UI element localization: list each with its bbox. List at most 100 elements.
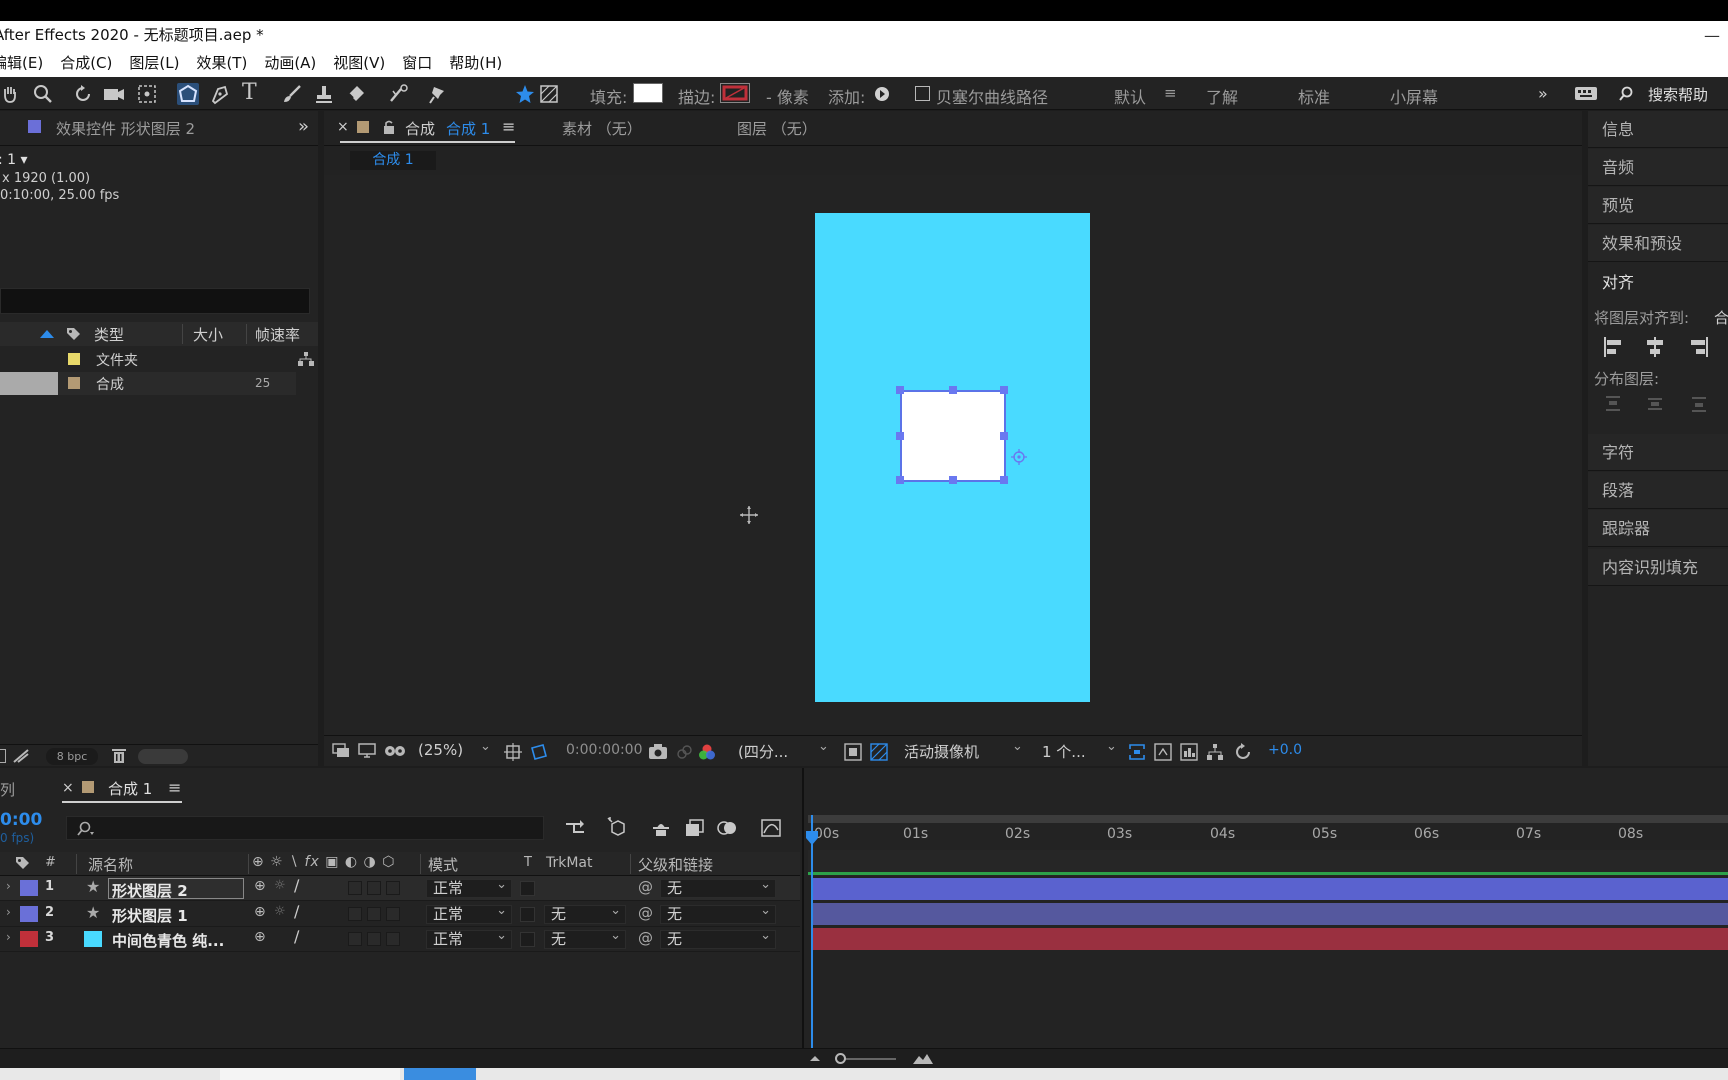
panel-content-aware-fill[interactable]: 内容识别填充	[1588, 549, 1728, 586]
collapse-switch-icon[interactable]: ☼	[274, 878, 286, 893]
zoom-out-icon[interactable]	[808, 1052, 822, 1064]
workspace-standard[interactable]: 标准	[1298, 84, 1330, 108]
expand-chevron-icon[interactable]: ›	[6, 879, 11, 893]
anchor-point-icon[interactable]	[1010, 448, 1028, 466]
fill-swatch[interactable]	[633, 83, 663, 103]
taskbar-item[interactable]	[220, 1068, 400, 1080]
pick-whip-icon[interactable]: @	[638, 904, 653, 922]
switch-box[interactable]	[386, 932, 400, 946]
layer-duration-bar[interactable]	[812, 928, 1728, 950]
draft-3d-icon[interactable]	[606, 816, 630, 838]
add-dropdown-icon[interactable]	[875, 87, 889, 101]
clone-stamp-tool-icon[interactable]	[313, 83, 335, 105]
interpret-footage-icon[interactable]	[0, 749, 6, 763]
panel-overflow-icon[interactable]: »	[298, 116, 309, 137]
align-right-icon[interactable]	[1688, 336, 1710, 358]
preserve-transparency-checkbox[interactable]	[520, 932, 535, 947]
switch-box[interactable]	[348, 932, 362, 946]
panel-align[interactable]: 对齐	[1588, 264, 1728, 301]
menu-composition[interactable]: 合成(C)	[60, 54, 112, 72]
preserve-transparency-checkbox[interactable]	[520, 881, 535, 896]
bit-depth-button[interactable]: 8 bpc	[46, 748, 98, 765]
blend-mode-dropdown[interactable]: 正常	[426, 902, 512, 924]
sort-ascending-icon[interactable]	[40, 330, 54, 338]
effect-controls-tab[interactable]: 效果控件 形状图层 2	[56, 118, 195, 139]
graph-editor-icon[interactable]	[760, 818, 782, 838]
show-snapshot-icon[interactable]	[676, 744, 692, 760]
panel-info[interactable]: 信息	[1588, 111, 1728, 148]
menu-view[interactable]: 视图(V)	[333, 54, 385, 72]
panel-effects-presets[interactable]: 效果和预设	[1588, 225, 1728, 262]
col-framerate[interactable]: 帧速率	[255, 324, 300, 345]
current-time-indicator[interactable]	[811, 815, 813, 1048]
reset-exposure-icon[interactable]	[1234, 743, 1252, 761]
blend-mode-dropdown[interactable]: 正常	[426, 927, 512, 949]
puppet-pin-tool-icon[interactable]	[426, 83, 448, 105]
fit-grid-icon[interactable]	[504, 743, 522, 761]
new-comp-icon[interactable]	[12, 748, 30, 764]
list-item[interactable]: 文件夹	[0, 348, 314, 371]
brush-tool-icon[interactable]	[281, 83, 303, 105]
taskbar-item-active[interactable]	[404, 1068, 476, 1080]
quality-switch-icon[interactable]: ∕	[294, 876, 299, 895]
more-workspaces-icon[interactable]: »	[1538, 84, 1548, 103]
eraser-tool-icon[interactable]	[345, 83, 367, 105]
comp-mini-flowchart-icon[interactable]	[564, 818, 586, 838]
workspace-small-screen[interactable]: 小屏幕	[1390, 84, 1438, 108]
always-preview-icon[interactable]	[332, 743, 350, 759]
col-trkmat[interactable]: TrkMat	[546, 855, 593, 871]
flowchart-icon[interactable]	[1206, 743, 1224, 761]
comp-tab-label[interactable]: 合成	[405, 118, 435, 139]
expand-chevron-icon[interactable]: ›	[6, 905, 11, 919]
menu-window[interactable]: 窗口	[402, 54, 432, 72]
zoom-tool-icon[interactable]	[32, 83, 54, 105]
chevron-down-icon[interactable]: ⌄	[1012, 739, 1023, 754]
comp-tab-name[interactable]: 合成 1	[446, 118, 490, 139]
current-time-display[interactable]: 0:00:00:00	[566, 742, 643, 758]
resolution-dropdown[interactable]: (四分...	[738, 741, 788, 762]
mask-tool-icon[interactable]	[538, 83, 560, 105]
work-area-bar[interactable]	[808, 815, 1728, 823]
chevron-down-icon[interactable]: ⌄	[818, 739, 829, 754]
table-row[interactable]: › 2 ★ 形状图层 1 ⊕ ☼ ∕ 正常 无 @ 无	[0, 902, 800, 927]
timeline-comp-tab[interactable]: 合成 1	[108, 778, 152, 799]
motion-blur-icon[interactable]	[716, 818, 738, 838]
expand-chevron-icon[interactable]: ›	[6, 930, 11, 944]
project-scroll-slider[interactable]	[138, 749, 188, 764]
roi-icon[interactable]	[530, 743, 548, 761]
layer-label-color[interactable]	[20, 880, 38, 896]
parent-dropdown[interactable]: 无	[660, 876, 776, 898]
camera-tool-icon[interactable]	[102, 83, 124, 105]
type-tool-icon[interactable]: T	[242, 80, 264, 105]
quality-switch-icon[interactable]: ∕	[294, 902, 299, 921]
comp-breadcrumb[interactable]: 合成 1	[350, 151, 436, 170]
close-tab-icon[interactable]: ×	[62, 780, 74, 796]
channel-rgb-icon[interactable]	[698, 743, 716, 761]
workspace-learn[interactable]: 了解	[1206, 84, 1238, 108]
parent-dropdown[interactable]: 无	[660, 902, 776, 924]
comp-flowchart-icon[interactable]	[1180, 743, 1198, 761]
star-tool-icon[interactable]	[514, 83, 536, 105]
pen-tool-icon[interactable]	[209, 83, 231, 105]
render-queue-tab[interactable]: 列	[0, 779, 15, 800]
menu-edit[interactable]: 编辑(E)	[0, 54, 43, 72]
label-tag-icon[interactable]	[66, 327, 81, 342]
playhead-handle[interactable]	[804, 830, 820, 846]
bezier-path-checkbox[interactable]	[915, 86, 930, 101]
parent-dropdown[interactable]: 无	[660, 927, 776, 949]
project-search-input[interactable]	[0, 288, 310, 314]
timeline-search-input[interactable]	[66, 816, 544, 840]
track-matte-dropdown[interactable]: 无	[544, 927, 626, 949]
switch-box[interactable]	[348, 881, 362, 895]
snapshot-camera-icon[interactable]	[648, 743, 668, 760]
hand-tool-icon[interactable]	[0, 83, 22, 105]
panel-audio[interactable]: 音频	[1588, 149, 1728, 186]
views-dropdown[interactable]: 1 个...	[1042, 741, 1086, 762]
exposure-value[interactable]: +0.0	[1268, 742, 1302, 758]
monitor-icon[interactable]	[358, 743, 376, 759]
transparency-grid-icon[interactable]	[870, 743, 888, 761]
chevron-down-icon[interactable]: ⌄	[1106, 739, 1117, 754]
close-tab-icon[interactable]: ×	[337, 119, 349, 135]
workspace-default[interactable]: 默认	[1114, 84, 1146, 108]
minimize-button[interactable]: —	[1704, 21, 1720, 50]
